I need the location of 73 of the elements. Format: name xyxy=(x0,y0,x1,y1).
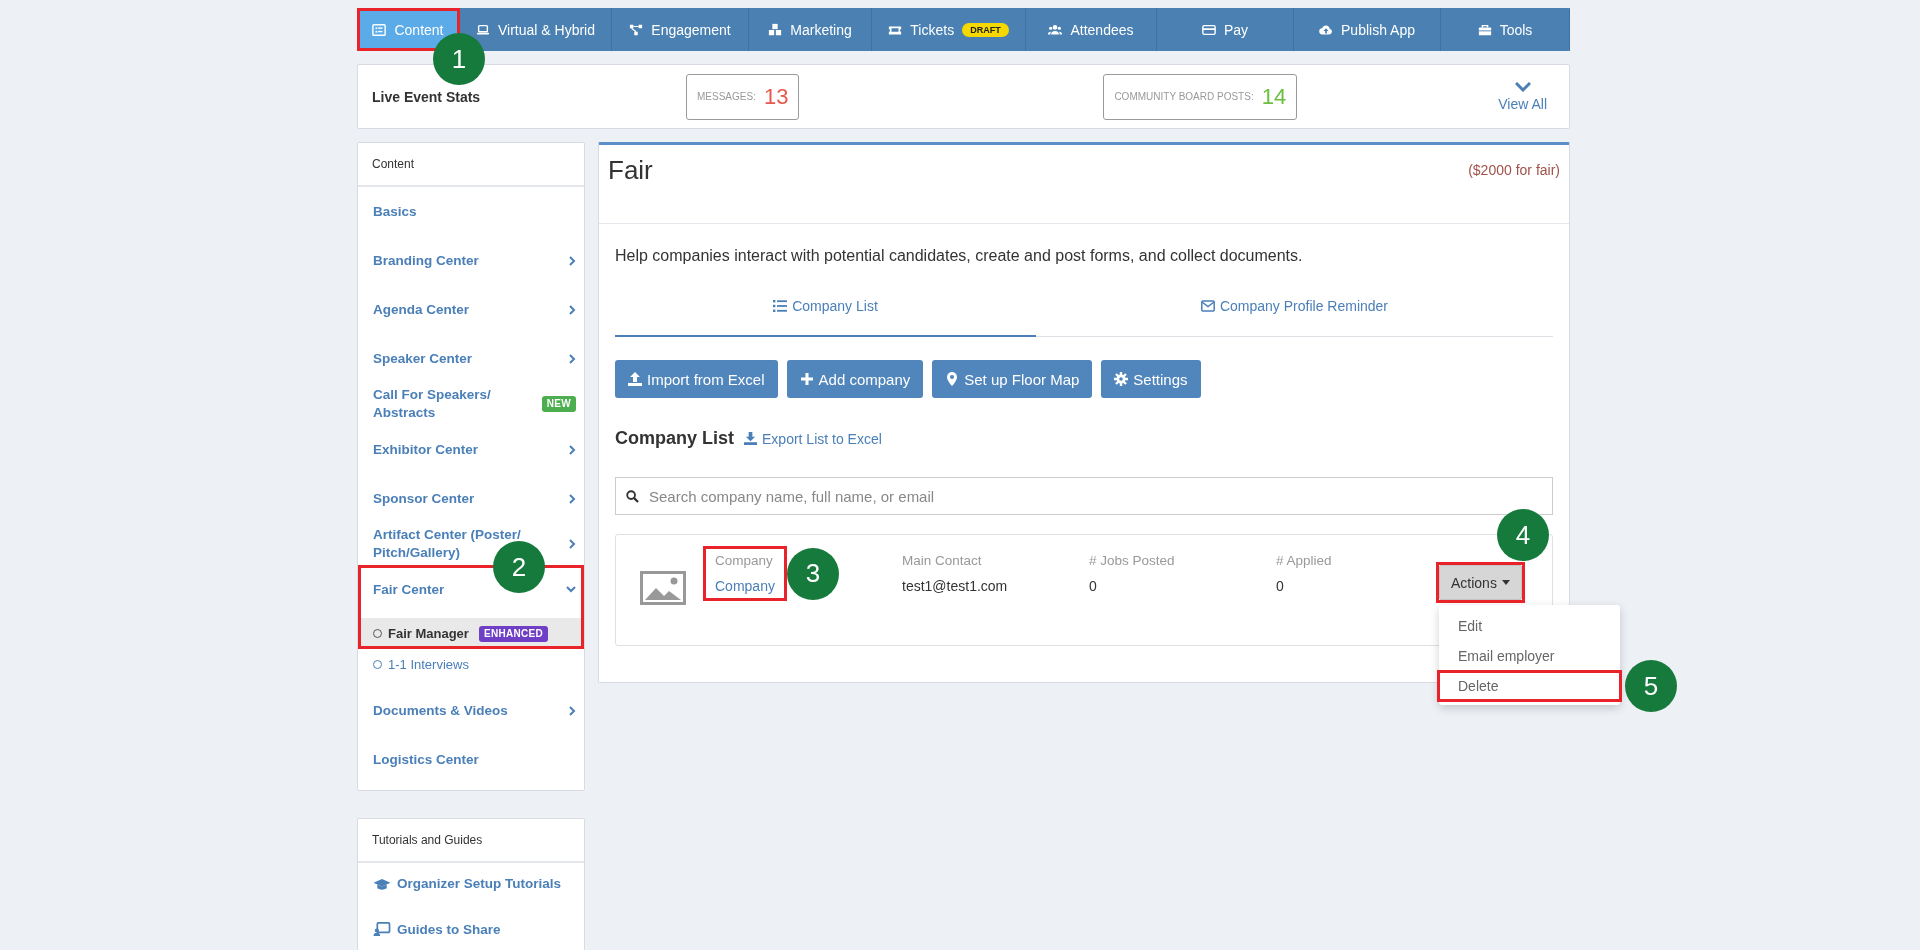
nav-tab[interactable]: Engagement xyxy=(612,8,749,51)
download-icon xyxy=(744,432,757,445)
plus-icon xyxy=(799,372,814,386)
sidebar-link[interactable]: Agenda Center xyxy=(373,300,470,319)
search-icon xyxy=(626,489,639,503)
nav-tab[interactable]: Pay xyxy=(1157,8,1294,51)
menu-item[interactable]: Email employer xyxy=(1439,641,1620,671)
step-number: 5 xyxy=(1625,660,1677,712)
sidebar-link[interactable]: Speaker Center xyxy=(373,349,473,368)
sidebar-link[interactable]: Documents & Videos xyxy=(373,701,508,720)
sidebar-link[interactable]: Fair Center xyxy=(373,580,445,599)
envelope-icon xyxy=(1200,299,1215,313)
cell-value: 0 xyxy=(1276,578,1284,594)
view-all-link[interactable]: View All xyxy=(1498,81,1547,112)
card-icon xyxy=(1201,22,1216,37)
map-pin-icon xyxy=(945,372,960,386)
stat-counter: MESSAGES: 13 xyxy=(686,73,800,120)
enhanced-badge: ENHANCED xyxy=(478,625,548,642)
caret-icon xyxy=(1501,580,1510,585)
upload-icon xyxy=(628,372,642,386)
nav-tab[interactable]: Publish App xyxy=(1294,8,1441,51)
menu-item[interactable]: Delete xyxy=(1439,671,1620,701)
description-text: Help companies interact with potential candidates, create and post forms, and collect documents. xyxy=(615,247,1304,265)
nav-tab[interactable]: Tools xyxy=(1441,8,1570,51)
action-button[interactable]: Set up Floor Map xyxy=(932,360,1093,398)
price-label: ($2000 for fair) xyxy=(1468,162,1560,180)
cell-value: test1@test1.com xyxy=(902,578,1008,594)
nav-tab[interactable]: Marketing xyxy=(749,8,872,51)
stats-title: Live Event Stats xyxy=(372,88,482,105)
action-button[interactable]: Settings xyxy=(1101,360,1201,398)
cell-value: 0 xyxy=(1089,578,1097,594)
sidebar-link[interactable]: Guides to Share xyxy=(397,920,501,939)
chevron-down-icon xyxy=(1514,81,1531,92)
column-label: # Jobs Posted xyxy=(1089,553,1175,568)
sidebar-link[interactable]: Basics xyxy=(373,202,417,221)
sidebar-subitem[interactable]: 1-1 Interviews xyxy=(358,649,584,680)
new-badge: NEW xyxy=(541,396,576,412)
export-link[interactable]: Export List to Excel xyxy=(744,430,882,447)
nav-tab[interactable]: Attendees xyxy=(1026,8,1157,51)
draft-badge: DRAFT xyxy=(962,22,1009,37)
sidebar-link[interactable]: Exhibitor Center xyxy=(373,440,478,459)
actions-button[interactable]: Actions xyxy=(1439,565,1522,600)
chalkboard-icon xyxy=(373,922,391,937)
sidebar-link[interactable]: Logistics Center xyxy=(373,750,479,769)
section-heading: Company List xyxy=(615,428,734,449)
graduation-cap-icon xyxy=(373,876,391,892)
list-icon xyxy=(372,22,387,37)
list-icon xyxy=(773,299,788,313)
toolbox-icon xyxy=(1477,22,1492,37)
sidebar-link[interactable]: Call For Speakers/ Abstracts xyxy=(373,386,530,422)
gear-icon xyxy=(1114,372,1129,386)
column-label: Company xyxy=(715,553,773,568)
sidebar-link[interactable]: Sponsor Center xyxy=(373,489,475,508)
tab[interactable]: Company Profile Reminder xyxy=(1036,277,1553,337)
action-button[interactable]: Import from Excel xyxy=(615,360,778,398)
tab[interactable]: Company List xyxy=(615,277,1036,337)
users-icon xyxy=(1048,22,1063,37)
action-button[interactable]: Add company xyxy=(786,360,924,398)
company-link[interactable]: Company xyxy=(715,578,775,594)
sidebar-link[interactable]: Organizer Setup Tutorials xyxy=(397,875,562,893)
laptop-icon xyxy=(476,22,490,37)
menu-item[interactable]: Edit xyxy=(1439,611,1620,641)
network-icon xyxy=(629,22,644,37)
sidebar-link[interactable]: Branding Center xyxy=(373,251,479,270)
nav-tab[interactable]: Tickets DRAFT xyxy=(872,8,1026,51)
section-header: Tutorials and Guides xyxy=(358,819,584,862)
column-label: # Applied xyxy=(1276,553,1332,568)
page-title: Fair xyxy=(608,155,653,187)
image-placeholder-icon xyxy=(640,571,686,605)
cubes-icon xyxy=(768,22,783,37)
column-label: Main Contact xyxy=(902,553,982,568)
section-header: Content xyxy=(358,143,584,186)
stat-counter: COMMUNITY BOARD POSTS: 14 xyxy=(1103,73,1298,120)
